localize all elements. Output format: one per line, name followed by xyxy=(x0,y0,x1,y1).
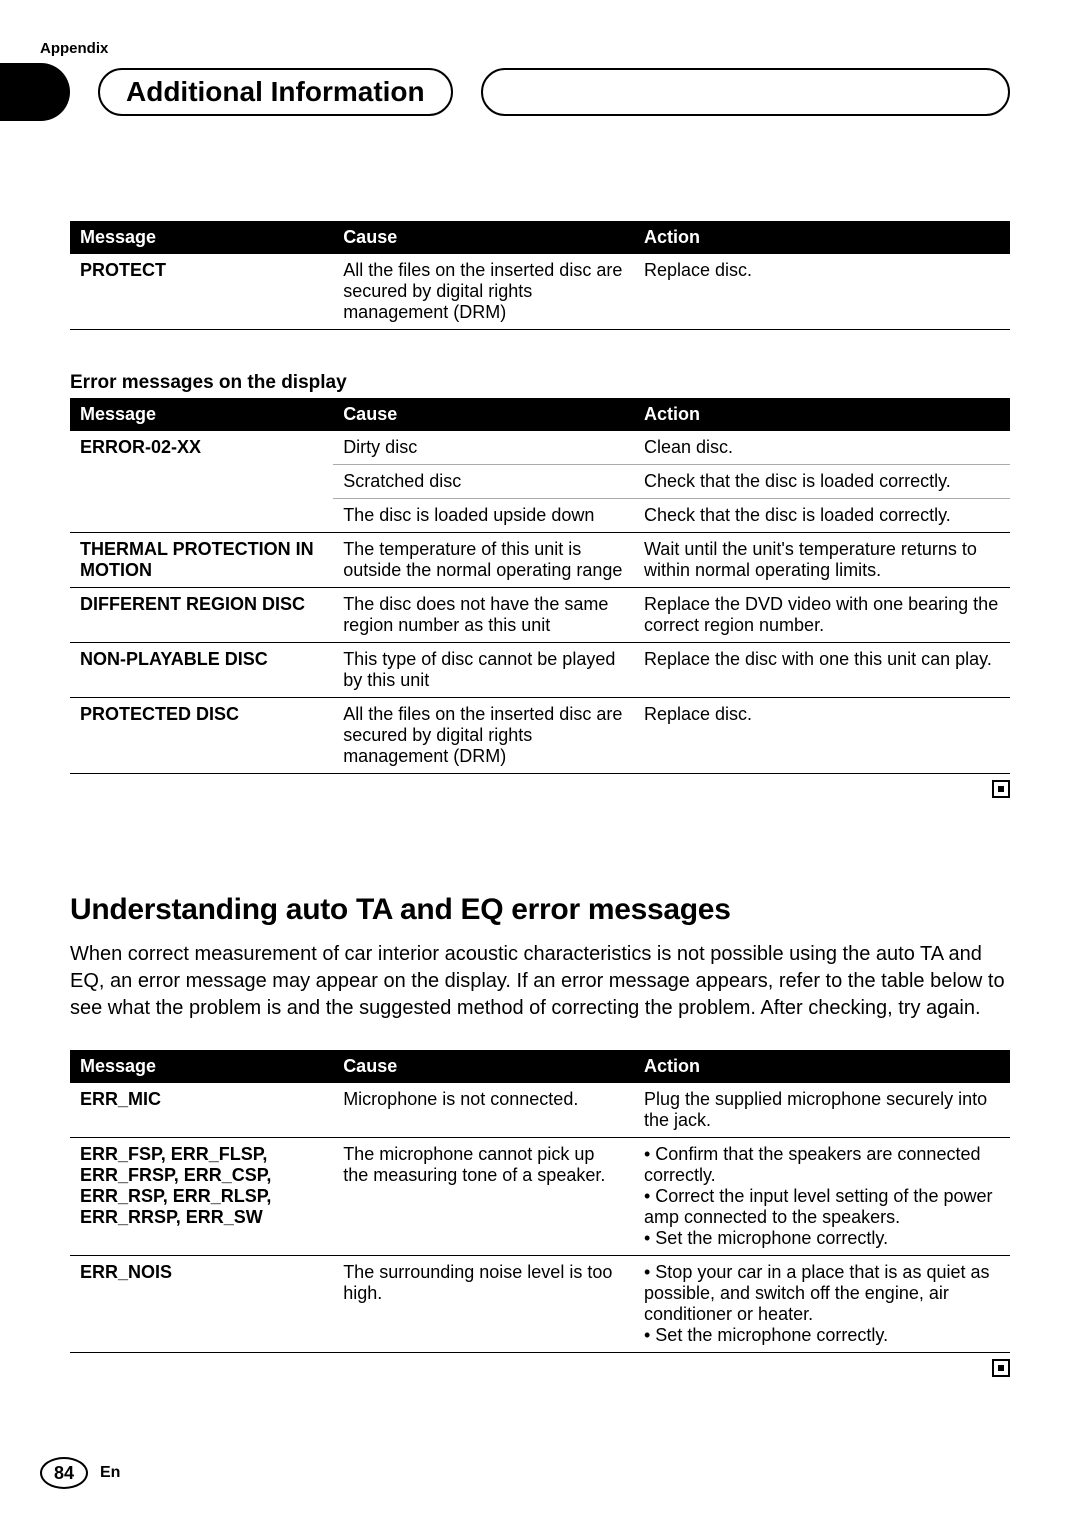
col-action: Action xyxy=(634,221,1010,254)
table-header-row: Message Cause Action xyxy=(70,221,1010,254)
col-cause: Cause xyxy=(333,398,634,431)
stop-icon xyxy=(992,780,1010,798)
cell-action: Stop your car in a place that is as quie… xyxy=(634,1256,1010,1353)
cell-message: ERR_MIC xyxy=(70,1083,333,1138)
stop-icon xyxy=(992,1359,1010,1377)
action-item: Set the microphone correctly. xyxy=(644,1325,1000,1346)
cell-message: DIFFERENT REGION DISC xyxy=(70,588,333,643)
cell-cause: The disc does not have the same region n… xyxy=(333,588,634,643)
appendix-label: Appendix xyxy=(40,40,1010,57)
cell-message: ERROR-02-XX xyxy=(70,431,333,533)
action-item: Confirm that the speakers are connected … xyxy=(644,1144,1000,1186)
col-message: Message xyxy=(70,398,333,431)
cell-action: Confirm that the speakers are connected … xyxy=(634,1138,1010,1256)
table-row: DIFFERENT REGION DISC The disc does not … xyxy=(70,588,1010,643)
cell-message: PROTECT xyxy=(70,254,333,330)
cell-action: Plug the supplied microphone securely in… xyxy=(634,1083,1010,1138)
table-row: ERR_FSP, ERR_FLSP, ERR_FRSP, ERR_CSP, ER… xyxy=(70,1138,1010,1256)
header-row: Additional Information xyxy=(0,63,1010,121)
empty-pill xyxy=(481,68,1010,116)
col-cause: Cause xyxy=(333,1050,634,1083)
section-marker xyxy=(0,63,70,121)
cell-action: Check that the disc is loaded correctly. xyxy=(634,465,1010,499)
error-table: Message Cause Action ERROR-02-XX Dirty d… xyxy=(70,398,1010,774)
cell-action: Replace the DVD video with one bearing t… xyxy=(634,588,1010,643)
table-header-row: Message Cause Action xyxy=(70,1050,1010,1083)
cell-action: Check that the disc is loaded correctly. xyxy=(634,499,1010,533)
cell-message: ERR_FSP, ERR_FLSP, ERR_FRSP, ERR_CSP, ER… xyxy=(70,1138,333,1256)
page-number-badge: 84 xyxy=(40,1457,88,1489)
table-header-row: Message Cause Action xyxy=(70,398,1010,431)
table-row: ERROR-02-XX Dirty disc Clean disc. xyxy=(70,431,1010,465)
cell-message: THERMAL PROTECTION IN MOTION xyxy=(70,533,333,588)
cell-cause: All the files on the inserted disc are s… xyxy=(333,254,634,330)
cell-action: Wait until the unit's temperature return… xyxy=(634,533,1010,588)
col-action: Action xyxy=(634,1050,1010,1083)
cell-cause: The disc is loaded upside down xyxy=(333,499,634,533)
cell-cause: The temperature of this unit is outside … xyxy=(333,533,634,588)
cell-cause: This type of disc cannot be played by th… xyxy=(333,643,634,698)
cell-action: Replace disc. xyxy=(634,254,1010,330)
cell-message: ERR_NOIS xyxy=(70,1256,333,1353)
subheading-error-messages: Error messages on the display xyxy=(70,372,1010,394)
action-item: Set the microphone correctly. xyxy=(644,1228,1000,1249)
col-action: Action xyxy=(634,398,1010,431)
table-row: PROTECT All the files on the inserted di… xyxy=(70,254,1010,330)
cell-action: Clean disc. xyxy=(634,431,1010,465)
col-message: Message xyxy=(70,1050,333,1083)
section-heading-auto-ta-eq: Understanding auto TA and EQ error messa… xyxy=(70,893,1010,927)
page-footer: 84 En xyxy=(40,1457,120,1489)
section-end-marker xyxy=(70,780,1010,803)
table-row: PROTECTED DISC All the files on the inse… xyxy=(70,698,1010,774)
table-row: ERR_MIC Microphone is not connected. Plu… xyxy=(70,1083,1010,1138)
cell-action: Replace the disc with one this unit can … xyxy=(634,643,1010,698)
section-end-marker xyxy=(70,1359,1010,1382)
protect-table: Message Cause Action PROTECT All the fil… xyxy=(70,221,1010,330)
table-row: NON-PLAYABLE DISC This type of disc cann… xyxy=(70,643,1010,698)
cell-message: NON-PLAYABLE DISC xyxy=(70,643,333,698)
cell-cause: All the files on the inserted disc are s… xyxy=(333,698,634,774)
cell-cause: The microphone cannot pick up the measur… xyxy=(333,1138,634,1256)
col-message: Message xyxy=(70,221,333,254)
section-title-pill: Additional Information xyxy=(98,68,453,116)
table-row: THERMAL PROTECTION IN MOTION The tempera… xyxy=(70,533,1010,588)
intro-paragraph: When correct measurement of car interior… xyxy=(70,941,1010,1022)
ta-eq-error-table: Message Cause Action ERR_MIC Microphone … xyxy=(70,1050,1010,1353)
action-item: Correct the input level setting of the p… xyxy=(644,1186,1000,1228)
cell-cause: Dirty disc xyxy=(333,431,634,465)
cell-cause: The surrounding noise level is too high. xyxy=(333,1256,634,1353)
col-cause: Cause xyxy=(333,221,634,254)
table-row: ERR_NOIS The surrounding noise level is … xyxy=(70,1256,1010,1353)
page: Appendix Additional Information Message … xyxy=(0,0,1080,1529)
cell-action: Replace disc. xyxy=(634,698,1010,774)
cell-message: PROTECTED DISC xyxy=(70,698,333,774)
language-label: En xyxy=(100,1464,120,1482)
cell-cause: Microphone is not connected. xyxy=(333,1083,634,1138)
action-item: Stop your car in a place that is as quie… xyxy=(644,1262,1000,1325)
cell-cause: Scratched disc xyxy=(333,465,634,499)
